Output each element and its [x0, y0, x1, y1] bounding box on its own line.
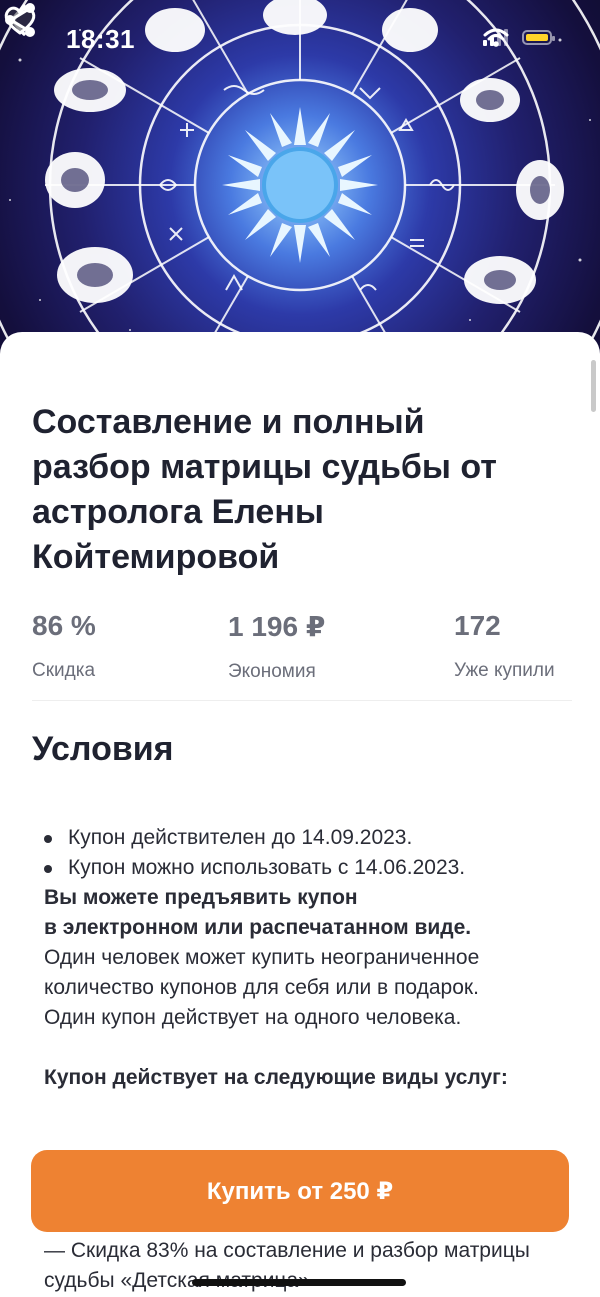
battery-icon: [522, 29, 555, 45]
hero-image: 18:31: [0, 0, 600, 360]
service-item: — Скидка 83% на составление и разбор мат…: [44, 1239, 530, 1292]
condition-bold-line: в электронном или распечатанном виде.: [44, 916, 472, 939]
buy-button[interactable]: Купить от 250 ₽: [31, 1150, 569, 1232]
condition-text: Один купон действует на одного человека.: [44, 1006, 462, 1029]
condition-bold-line: Вы можете предъявить купон: [44, 886, 358, 909]
share-icon[interactable]: [0, 0, 40, 40]
services-title: Купон действует на следующие виды услуг:: [44, 1066, 508, 1089]
conditions-text: Купон действителен до 14.09.2023. Купон …: [44, 823, 564, 1093]
stat-discount: 86 % Скидка: [32, 610, 96, 682]
stat-label: Уже купили: [454, 660, 555, 681]
stat-purchased: 172 Уже купили: [454, 610, 555, 682]
stat-label: Экономия: [228, 661, 316, 682]
status-time: 18:31: [66, 24, 135, 54]
stat-label: Скидка: [32, 660, 96, 681]
status-icons: [483, 28, 555, 47]
wifi-icon: [483, 28, 509, 47]
conditions-heading: Условия: [32, 730, 174, 768]
list-item: Купон можно использовать с 14.06.2023.: [44, 853, 564, 883]
stat-savings: 1 196 ₽ Экономия: [228, 610, 325, 683]
scroll-indicator[interactable]: [591, 360, 596, 412]
conditions-list: Купон действителен до 14.09.2023. Купон …: [44, 823, 564, 883]
stat-value: 172: [454, 610, 501, 641]
stat-value: 1 196 ₽: [228, 611, 326, 642]
home-indicator: [192, 1279, 406, 1286]
offer-stats: 86 % Скидка 1 196 ₽ Экономия 172 Уже куп…: [32, 610, 572, 701]
offer-title: Составление и полный разбор матрицы судь…: [32, 403, 497, 576]
stat-value: 86 %: [32, 610, 96, 641]
condition-text: Один человек может купить неограниченное…: [44, 946, 480, 999]
list-item: Купон действителен до 14.09.2023.: [44, 823, 564, 853]
